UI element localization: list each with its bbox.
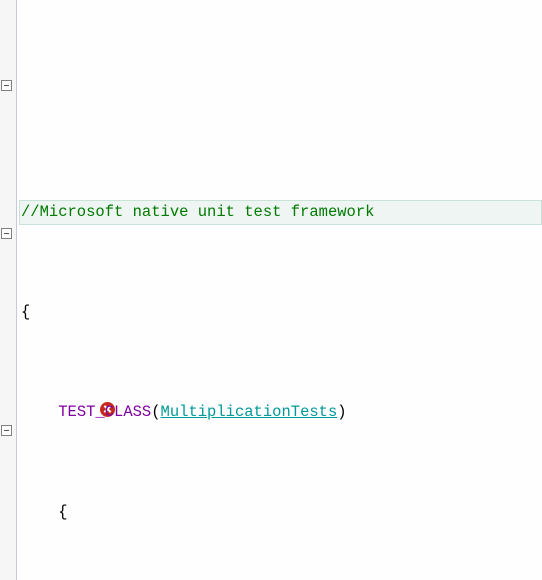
gutter: [0, 0, 17, 580]
code-line: //Microsoft native unit test framework: [19, 200, 542, 225]
class-name: MultiplicationTests: [161, 403, 338, 421]
brace-open: {: [58, 503, 67, 521]
fold-toggle-icon[interactable]: [1, 80, 12, 91]
code-line: TEST_CLASS(MultiplicationTests): [19, 400, 542, 425]
code-area[interactable]: //Microsoft native unit test framework {…: [17, 0, 542, 580]
fold-toggle-icon[interactable]: [1, 425, 12, 436]
paren: ): [337, 403, 346, 421]
code-line: {: [19, 300, 542, 325]
macro: TEST_CLASS: [58, 403, 151, 421]
comment-text: //Microsoft native unit test framework: [21, 203, 374, 221]
paren: (: [151, 403, 160, 421]
code-line: {: [19, 500, 542, 525]
code-editor[interactable]: //Microsoft native unit test framework {…: [0, 0, 542, 580]
fold-toggle-icon[interactable]: [1, 228, 12, 239]
brace-open: {: [21, 303, 30, 321]
